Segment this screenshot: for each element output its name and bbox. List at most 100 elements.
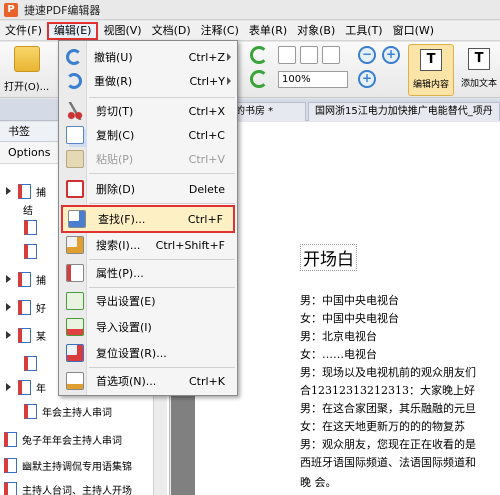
menu-comment[interactable]: 注释(C): [196, 22, 244, 40]
actual-size-icon[interactable]: [278, 46, 296, 64]
doc-tab-2[interactable]: 国网浙15江电力加快推广电能替代_项丹: [308, 102, 500, 121]
bookmark-icon: [4, 481, 17, 495]
menu-undo-shortcut: Ctrl+Z: [188, 50, 225, 64]
bookmark-icon: [4, 457, 17, 473]
fit-page-icon[interactable]: [300, 46, 318, 64]
bookmark-label: 年: [36, 383, 46, 395]
document-heading[interactable]: 开场白: [300, 244, 357, 271]
menu-copy-shortcut: Ctrl+C: [188, 128, 225, 142]
menu-export-label: 导出设置(E): [96, 295, 156, 308]
doc-tab-1[interactable]: 的书房 *: [228, 102, 306, 121]
rotate-cw-icon[interactable]: [250, 46, 268, 64]
add-text-button[interactable]: T 添加文本: [458, 44, 500, 96]
menu-import-settings[interactable]: 导入设置(I): [61, 315, 235, 339]
menu-copy[interactable]: 复制(C) Ctrl+C: [61, 123, 235, 147]
edit-content-label: 编辑内容: [412, 80, 449, 90]
bookmark-item[interactable]: 幽默主持调侃专用语集锦: [0, 454, 170, 476]
menu-preferences[interactable]: 首选项(N)... Ctrl+K: [61, 369, 235, 393]
document-line[interactable]: 合12312313212313：大家晚上好: [300, 382, 500, 398]
copy-icon: [66, 126, 84, 144]
app-title: 捷速PDF编辑器: [24, 3, 101, 17]
undo-icon: [66, 49, 82, 65]
document-line[interactable]: 女：……电视台: [300, 346, 500, 362]
document-line[interactable]: 男：中国中央电视台: [300, 292, 500, 308]
menu-import-label: 导入设置(I): [96, 321, 152, 334]
zoom-out-icon[interactable]: −: [358, 46, 376, 64]
bookmark-label: 兔子年年会主持人串词: [22, 435, 122, 447]
bookmark-icon: [24, 243, 37, 259]
expander-icon[interactable]: [6, 275, 14, 283]
bookmark-label: 年会主持人串词: [42, 407, 112, 419]
menu-separator: [89, 287, 235, 288]
document-line[interactable]: 晚 会。: [300, 474, 500, 490]
bookmark-icon: [18, 299, 31, 315]
menu-file[interactable]: 文件(F): [0, 22, 47, 40]
menu-undo[interactable]: 撤销(U) Ctrl+Z: [61, 45, 235, 69]
expander-icon[interactable]: [6, 303, 14, 311]
menu-cut-shortcut: Ctrl+X: [188, 104, 225, 118]
fit-width-icon[interactable]: [322, 46, 340, 64]
menu-redo[interactable]: 重做(R) Ctrl+Y: [61, 69, 235, 93]
scissors-icon: [66, 102, 84, 120]
document-line[interactable]: 女：在这天地更新万的的的物复苏: [300, 418, 500, 434]
document-line[interactable]: 男：现场以及电视机前的观众朋友们: [300, 364, 500, 380]
open-label: 打开(O)...: [4, 82, 50, 93]
menu-preferences-label: 首选项(N)...: [96, 375, 157, 388]
menu-paste[interactable]: 粘贴(P) Ctrl+V: [61, 147, 235, 171]
menu-undo-label: 撤销(U): [94, 51, 133, 64]
menu-cut[interactable]: 剪切(T) Ctrl+X: [61, 99, 235, 123]
bookmark-icon: [18, 183, 31, 199]
menu-separator: [89, 203, 235, 204]
title-bar: P 捷速PDF编辑器: [0, 0, 500, 20]
menu-delete[interactable]: 删除(D) Delete: [61, 177, 235, 201]
menu-cut-label: 剪切(T): [96, 105, 134, 118]
document-line[interactable]: 男：观众朋友，您现在正在收看的是: [300, 436, 500, 452]
menu-tools[interactable]: 工具(T): [340, 22, 387, 40]
zoom-select[interactable]: 100%: [278, 71, 348, 88]
document-line[interactable]: 女：中国中央电视台: [300, 310, 500, 326]
document-line[interactable]: 西班牙语国际频道、法语国际频道和: [300, 454, 500, 470]
edit-text-icon: T: [420, 49, 442, 71]
menu-edit[interactable]: 编辑(E): [46, 21, 99, 40]
menu-form[interactable]: 表单(R): [244, 22, 292, 40]
open-button[interactable]: 打开(O)...: [4, 46, 49, 93]
menu-reset-settings[interactable]: 复位设置(R)...: [61, 341, 235, 365]
add-text-icon: T: [468, 48, 490, 70]
menu-export-settings[interactable]: 导出设置(E): [61, 289, 235, 313]
menu-search[interactable]: 搜索(I)... Ctrl+Shift+F: [61, 233, 235, 257]
rotate-ccw-icon[interactable]: [250, 70, 268, 88]
properties-icon: [66, 264, 84, 282]
bookmark-icon: [4, 431, 17, 447]
bookmark-label: 好: [36, 303, 46, 315]
expander-icon[interactable]: [6, 383, 14, 391]
menu-view[interactable]: 视图(V): [98, 22, 146, 40]
menu-document[interactable]: 文档(D): [147, 22, 196, 40]
menu-find-label: 查找(F)...: [98, 213, 146, 226]
bookmark-item[interactable]: 主持人台词、主持人开场: [0, 478, 170, 495]
bookmark-item[interactable]: 年会主持人串词: [0, 400, 170, 422]
zoom-in-icon[interactable]: +: [382, 46, 400, 64]
menu-object[interactable]: 对象(B): [292, 22, 340, 40]
submenu-arrow-icon: [227, 77, 231, 85]
expander-icon[interactable]: [6, 331, 14, 339]
export-icon: [66, 292, 84, 310]
bookmark-icon: [18, 271, 31, 287]
import-icon: [66, 318, 84, 336]
edit-content-button[interactable]: T 编辑内容: [408, 44, 454, 96]
document-line[interactable]: 男：在这合家团聚，其乐融融的元旦: [300, 400, 500, 416]
menu-properties-label: 属性(P)...: [96, 267, 144, 280]
bookmark-icon: [24, 403, 37, 419]
menu-find[interactable]: 查找(F)... Ctrl+F: [61, 205, 235, 233]
expander-icon[interactable]: [6, 187, 14, 195]
menu-delete-label: 删除(D): [96, 183, 136, 196]
document-line[interactable]: 男：北京电视台: [300, 328, 500, 344]
menu-window[interactable]: 窗口(W): [388, 22, 439, 40]
app-logo-icon: P: [4, 2, 18, 17]
bookmark-icon: [18, 327, 31, 343]
bookmark-item[interactable]: 兔子年年会主持人串词: [0, 428, 170, 450]
delete-icon: [66, 180, 84, 198]
submenu-arrow-icon: [227, 53, 231, 61]
menu-properties[interactable]: 属性(P)...: [61, 261, 235, 285]
menu-redo-label: 重做(R): [94, 75, 133, 88]
zoom-add-icon[interactable]: +: [358, 70, 376, 88]
